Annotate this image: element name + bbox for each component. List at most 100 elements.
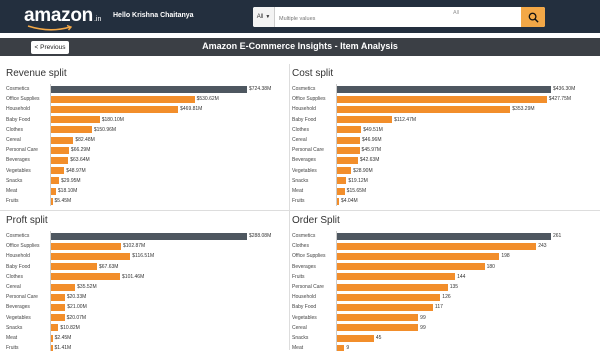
value-label: $28.90M <box>353 167 373 174</box>
chart-row: Personal Care 135 <box>292 282 594 292</box>
bar[interactable] <box>51 105 179 113</box>
bar[interactable] <box>337 85 551 93</box>
bar[interactable] <box>51 334 53 342</box>
value-label: 261 <box>553 233 562 239</box>
bar[interactable] <box>337 156 358 164</box>
search-input[interactable] <box>275 9 521 29</box>
bar[interactable] <box>51 116 100 124</box>
chevron-down-icon: ▼ <box>265 14 271 20</box>
value-label: $45.97M <box>361 147 382 154</box>
bar[interactable] <box>51 156 69 164</box>
chart-row: Baby Food $67.63M <box>6 262 288 272</box>
value-label: $2.45M <box>54 335 72 341</box>
previous-button[interactable]: < Previous <box>31 41 69 54</box>
bar[interactable] <box>51 293 65 301</box>
bar[interactable] <box>337 324 419 332</box>
value-label: 99 <box>420 324 426 331</box>
bar[interactable] <box>51 197 53 205</box>
bar[interactable] <box>337 116 393 124</box>
bar[interactable] <box>51 252 131 260</box>
search-input-wrapper: All <box>275 7 521 29</box>
bar[interactable] <box>51 344 53 351</box>
bar[interactable] <box>337 95 547 103</box>
bar[interactable] <box>337 197 339 205</box>
chart-row: Meat $18.10M <box>6 186 288 196</box>
bar[interactable] <box>337 177 347 185</box>
bar[interactable] <box>51 187 56 195</box>
chart-row: Cereal $35.52M <box>6 282 288 292</box>
chart-row: Fruits $4.04M <box>292 196 594 206</box>
bar[interactable] <box>51 126 92 134</box>
chart-title: Revenue split <box>6 68 67 79</box>
chart-row: Office Supplies $427.75M <box>292 94 594 104</box>
bar[interactable] <box>51 136 74 144</box>
chart-row: Cereal $82.48M <box>6 135 288 145</box>
bar[interactable] <box>337 126 362 134</box>
chart-title: Proft split <box>6 215 48 226</box>
value-label: $469.81M <box>180 106 203 113</box>
bar[interactable] <box>337 187 345 195</box>
category-label: Personal Care <box>6 294 38 301</box>
category-label: Cosmetics <box>292 233 316 239</box>
chart-row: Cosmetics $436.30M <box>292 84 594 94</box>
value-label: 45 <box>375 335 382 341</box>
category-label: Meat <box>6 335 18 341</box>
bar[interactable] <box>51 85 247 93</box>
bar[interactable] <box>337 167 352 175</box>
bar[interactable] <box>51 232 247 240</box>
bar[interactable] <box>51 324 59 332</box>
value-label: $35.52M <box>77 284 97 290</box>
search-scope-text: All <box>453 10 460 16</box>
value-label: $42.63M <box>359 157 380 164</box>
bar[interactable] <box>51 95 195 103</box>
chart-row: Cosmetics 261 <box>292 231 594 241</box>
bar[interactable] <box>337 273 456 281</box>
amazon-smile-icon <box>27 24 73 31</box>
bar[interactable] <box>337 105 511 113</box>
chart-row: Meat $15.65M <box>292 186 594 196</box>
value-label: $427.75M <box>548 96 572 103</box>
category-label: Clothes <box>292 126 309 133</box>
category-label: Snacks <box>6 324 23 331</box>
chart-row: Vegetables $28.90M <box>292 166 594 176</box>
bar[interactable] <box>51 273 121 281</box>
bar[interactable] <box>337 232 551 240</box>
bar[interactable] <box>337 293 441 301</box>
bar[interactable] <box>337 263 485 271</box>
value-label: $5.45M <box>54 198 72 205</box>
chart-row: Snacks $19.12M <box>292 176 594 186</box>
bar[interactable] <box>337 136 361 144</box>
bar[interactable] <box>51 177 60 185</box>
bar[interactable] <box>337 242 537 250</box>
category-label: Household <box>292 294 316 301</box>
bar[interactable] <box>51 263 97 271</box>
value-label: $21.00M <box>67 304 87 311</box>
bar[interactable] <box>337 314 419 322</box>
bar[interactable] <box>51 314 65 322</box>
bar[interactable] <box>337 283 448 291</box>
chart-row: Baby Food 117 <box>292 302 594 312</box>
bar[interactable] <box>337 303 433 311</box>
bar[interactable] <box>337 146 360 154</box>
category-label: Baby Food <box>6 263 31 270</box>
category-label: Fruits <box>292 198 305 205</box>
chart-row: Clothes 243 <box>292 241 594 251</box>
bar[interactable] <box>337 344 345 351</box>
category-label: Clothes <box>6 126 23 133</box>
bar[interactable] <box>51 303 66 311</box>
bar[interactable] <box>51 167 65 175</box>
category-label: Clothes <box>6 273 23 280</box>
bar[interactable] <box>51 283 76 291</box>
bar[interactable] <box>337 334 374 342</box>
category-label: Personal Care <box>292 284 324 290</box>
category-label: Fruits <box>6 198 19 205</box>
bar[interactable] <box>51 146 69 154</box>
bar[interactable] <box>337 252 500 260</box>
search-category-select[interactable]: All ▼ <box>253 7 275 27</box>
category-label: Fruits <box>292 273 305 280</box>
search-button[interactable] <box>521 7 545 27</box>
value-label: $29.95M <box>61 177 81 184</box>
chart-row: Beverages $63.64M <box>6 155 288 165</box>
bar[interactable] <box>51 242 121 250</box>
category-label: Household <box>6 253 30 260</box>
